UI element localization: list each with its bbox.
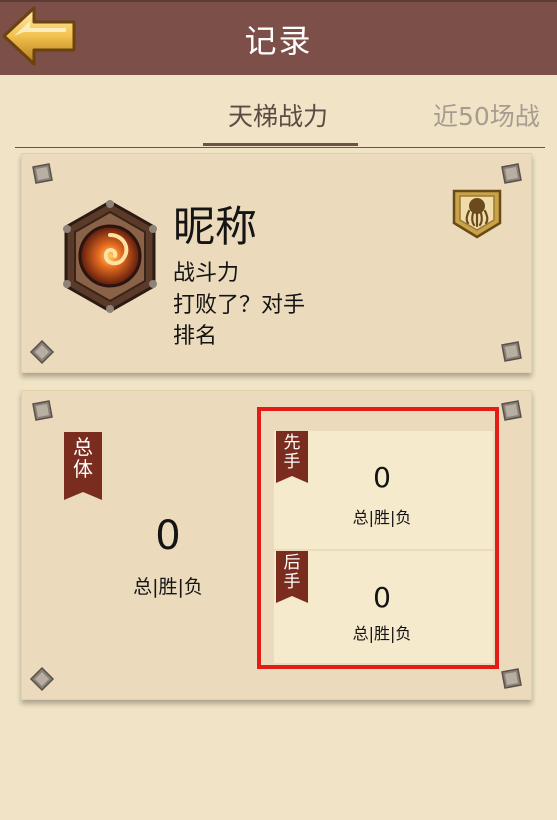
overall-wl-label: 总|胜|负 xyxy=(133,576,203,598)
header-bar: 记录 xyxy=(0,0,557,75)
tab-recent-50[interactable]: 近50场战 xyxy=(433,97,540,133)
corner-stud-icon xyxy=(501,668,522,689)
corner-stud-icon xyxy=(29,666,55,692)
corner-stud-icon xyxy=(501,341,522,362)
corner-stud-icon xyxy=(501,400,522,421)
corner-stud-icon xyxy=(501,163,522,184)
highlight-box xyxy=(257,407,499,669)
battle-power-label: 战斗力 xyxy=(173,261,240,286)
overall-ribbon-char-2: 体 xyxy=(73,457,93,481)
overall-ribbon: 总 体 xyxy=(64,432,102,500)
page-title: 记录 xyxy=(244,22,313,60)
tab-ladder-power[interactable]: 天梯战力 xyxy=(228,97,328,133)
active-tab-indicator xyxy=(203,143,358,146)
overall-ribbon-char-1: 总 xyxy=(73,435,93,459)
rank-label: 排名 xyxy=(173,324,218,349)
octopus-rank-badge-icon[interactable] xyxy=(450,187,504,241)
profile-card: 昵称 战斗力 打败了？对手 排名 xyxy=(21,153,532,373)
hearthstone-emblem-icon xyxy=(63,200,157,313)
player-nickname: 昵称 xyxy=(173,202,258,251)
corner-stud-icon xyxy=(32,400,53,421)
defeated-opponents-label: 打败了？对手 xyxy=(173,293,306,318)
corner-stud-icon xyxy=(29,339,55,365)
tab-divider xyxy=(15,147,545,148)
corner-stud-icon xyxy=(32,163,53,184)
overall-total-value: 0 xyxy=(155,513,181,559)
tab-bar: 天梯战力 近50场战 xyxy=(0,75,557,150)
